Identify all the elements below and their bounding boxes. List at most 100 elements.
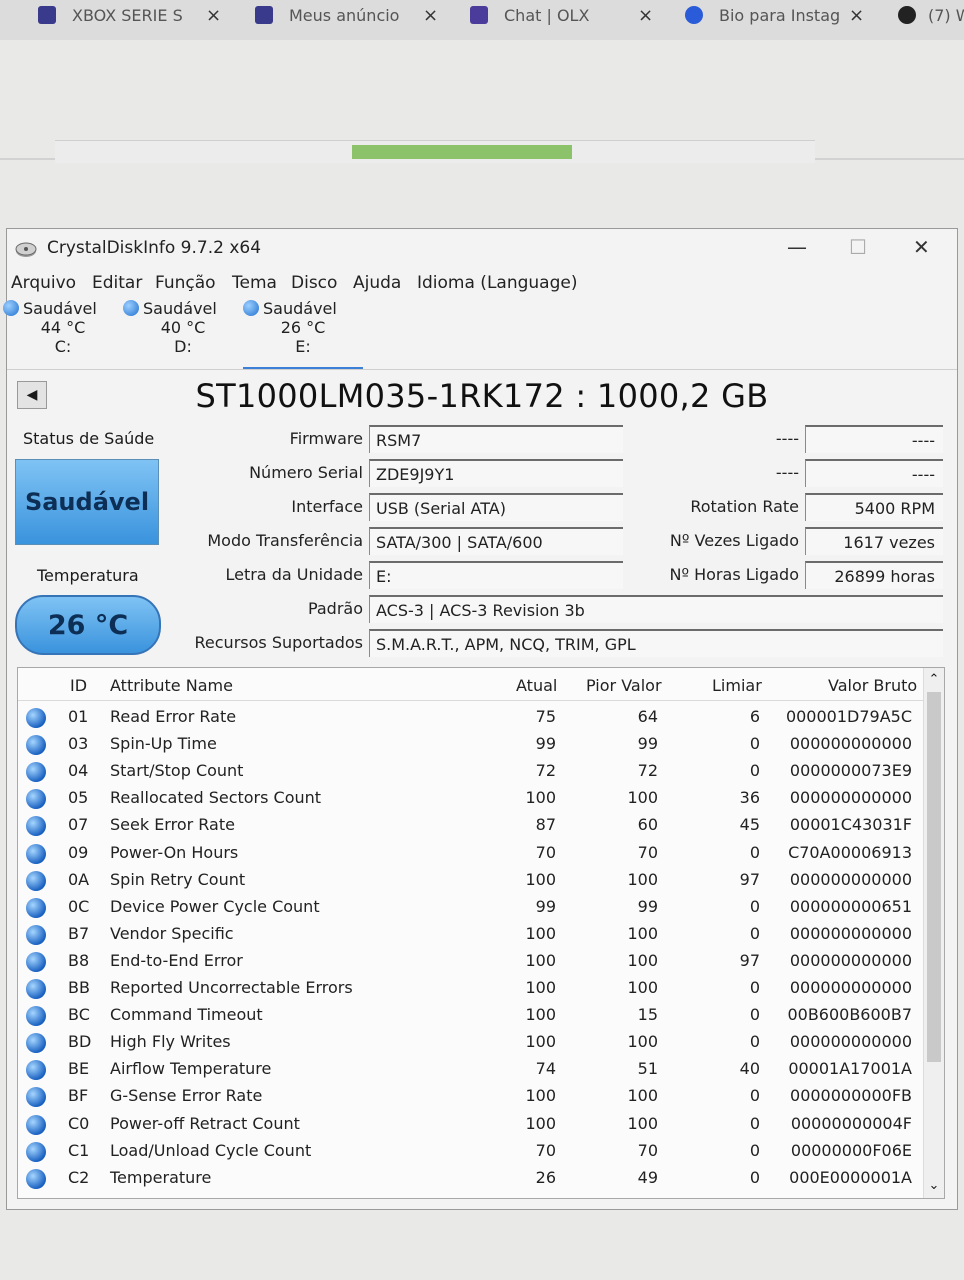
cell-worst: 100 [627,978,658,997]
cell-id: 0C [68,896,90,916]
close-icon[interactable]: × [423,5,438,26]
cell-worst: 100 [627,788,658,808]
column-header-id[interactable]: ID [70,676,87,695]
table-row[interactable]: 04 Start/Stop Count 72 72 0 0000000073E9 [18,758,924,785]
cell-current: 100 [525,869,556,889]
table-row[interactable]: BB Reported Uncorrectable Errors 100 100 0 00… [18,975,924,1002]
column-header-attribute[interactable]: Attribute Name [110,676,233,695]
column-header-current[interactable]: Atual [516,676,557,695]
health-status-button[interactable]: Saudável [15,459,159,545]
table-row[interactable]: BE Airflow Temperature 74 51 40 00001A17001A [18,1056,924,1083]
chevron-up-icon[interactable]: ⌃ [924,670,944,690]
cell-threshold: 0 [749,734,760,754]
crystaldiskinfo-app-icon [15,242,37,257]
cell-attribute-name: Reported Uncorrectable Errors [110,978,353,997]
health-status-label: Status de Saúde [23,429,155,448]
table-row[interactable]: B7 Vendor Specific 100 100 0 000000000000 [18,921,924,948]
cell-attribute-name: Read Error Rate [110,707,237,726]
cell-current: 100 [525,950,556,970]
browser-tab[interactable]: (7) W [898,0,964,30]
browser-tab[interactable]: Bio para Instag × [685,0,885,30]
table-row[interactable]: 09 Power-On Hours 70 70 0 C70A00006913 [18,840,924,867]
scrollbar-thumb[interactable] [927,692,941,1062]
menu-ajuda[interactable]: Ajuda [353,273,401,293]
maximize-button[interactable]: ☐ [849,235,867,259]
site-favicon-icon [685,6,703,24]
serial-label: Número Serial [249,463,363,482]
menu-funcao[interactable]: Função [155,273,216,293]
column-header-threshold[interactable]: Limiar [712,676,762,695]
cell-attribute-name: Power-off Retract Count [110,1113,300,1133]
smart-attributes-table[interactable]: ID Attribute Name Atual Pior Valor Limia… [17,667,945,1199]
cell-raw-value: 000000000000 [789,923,912,943]
disk-tab-e[interactable]: Saudável 26 °C E: [243,299,363,370]
blank-label: ---- [775,429,799,448]
cell-threshold: 97 [739,869,760,889]
cell-worst: 64 [637,707,658,726]
health-status-icon [26,1141,46,1162]
close-icon[interactable]: × [206,5,221,26]
health-status-icon [243,300,259,316]
table-row[interactable]: C1 Load/Unload Cycle Count 70 70 0 00000000F0… [18,1138,924,1165]
browser-tab[interactable]: Chat | OLX × [470,0,670,30]
cell-attribute-name: Reallocated Sectors Count [110,788,322,808]
disk-letter: E: [295,337,311,356]
cell-threshold: 0 [749,1005,760,1025]
chevron-down-icon[interactable]: ⌄ [924,1176,944,1196]
menu-tema[interactable]: Tema [232,273,277,293]
cell-current: 70 [535,842,556,862]
features-field: S.M.A.R.T., APM, NCQ, TRIM, GPL [369,629,943,657]
temperature-button[interactable]: 26 °C [15,595,161,655]
rotation-rate-field: 5400 RPM [805,493,943,521]
table-row[interactable]: 03 Spin-Up Time 99 99 0 000000000000 [18,731,924,758]
close-button[interactable]: ✕ [913,235,930,259]
table-row[interactable]: 05 Reallocated Sectors Count 100 100 36 00000… [18,785,924,812]
browser-tab-label: (7) W [928,5,964,25]
cell-raw-value: 0000000000FB [790,1086,912,1106]
cell-worst: 100 [627,950,658,970]
table-row[interactable]: B8 End-to-End Error 100 100 97 000000000000 [18,948,924,975]
menu-disco[interactable]: Disco [291,273,337,293]
cell-attribute-name: Temperature [110,1167,212,1187]
cell-current: 72 [535,761,556,781]
table-row[interactable]: C0 Power-off Retract Count 100 100 0 00000000… [18,1111,924,1138]
close-icon[interactable]: × [638,5,653,26]
cell-current: 87 [535,815,556,835]
power-on-hours-label: Nº Horas Ligado [669,565,799,584]
browser-tab[interactable]: Meus anúncio × [255,0,455,30]
browser-tab-label: XBOX SERIE S [72,5,183,25]
power-on-count-field: 1617 vezes [805,527,943,555]
cell-current: 100 [525,1005,556,1025]
disk-tab-d[interactable]: Saudável 40 °C D: [123,299,243,367]
column-header-raw[interactable]: Valor Bruto [828,676,917,695]
cell-worst: 60 [637,815,658,835]
browser-tab-label: Meus anúncio [289,5,400,25]
table-row[interactable]: 0C Device Power Cycle Count 99 99 0 000000000… [18,894,924,921]
table-row[interactable]: BD High Fly Writes 100 100 0 000000000000 [18,1029,924,1056]
disk-tab-c[interactable]: Saudável 44 °C C: [3,299,123,367]
close-icon[interactable]: × [849,5,864,26]
table-row[interactable]: C2 Temperature 26 49 0 000E0000001A [18,1165,924,1192]
table-row[interactable]: BF G-Sense Error Rate 100 100 0 0000000000FB [18,1083,924,1110]
table-row[interactable]: BC Command Timeout 100 15 0 00B600B600B7 [18,1002,924,1029]
menu-idioma[interactable]: Idioma (Language) [417,273,577,293]
cell-worst: 51 [637,1059,658,1079]
cell-threshold: 0 [749,923,760,943]
health-status-icon [26,897,46,918]
cell-threshold: 36 [739,788,760,808]
cell-threshold: 0 [749,1113,760,1133]
cell-current: 99 [535,734,556,754]
menu-arquivo[interactable]: Arquivo [11,273,76,293]
menu-editar[interactable]: Editar [92,273,142,293]
vertical-scrollbar[interactable]: ⌃ ⌄ [923,668,944,1198]
browser-tab[interactable]: XBOX SERIE S × [38,0,238,30]
column-header-worst[interactable]: Pior Valor [586,676,662,695]
cell-id: 0A [68,869,90,889]
health-status-icon [26,951,46,972]
table-row[interactable]: 01 Read Error Rate 75 64 6 000001D79A5C [18,704,924,731]
table-row[interactable]: 0A Spin Retry Count 100 100 97 000000000000 [18,867,924,894]
table-row[interactable]: 07 Seek Error Rate 87 60 45 00001C43031F [18,812,924,839]
health-status-icon [26,708,46,728]
disk-temp: 44 °C [40,318,86,337]
minimize-button[interactable]: — [787,235,807,259]
